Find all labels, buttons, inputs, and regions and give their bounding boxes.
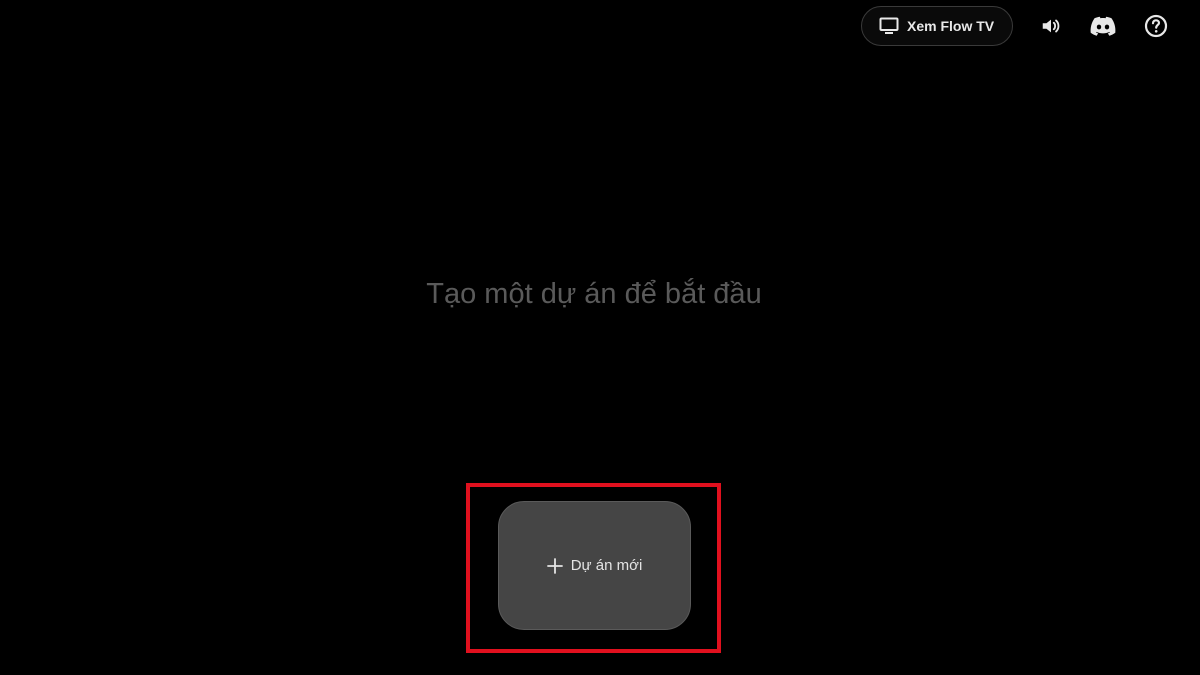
tv-icon: [878, 15, 900, 37]
plus-icon: [546, 557, 563, 574]
new-project-button[interactable]: Dự án mới: [498, 501, 691, 630]
watch-flow-tv-label: Xem Flow TV: [907, 18, 995, 34]
volume-icon[interactable]: [1038, 13, 1064, 39]
discord-icon[interactable]: [1090, 13, 1116, 39]
new-project-label: Dự án mới: [570, 557, 643, 574]
flow-home-page: Xem Flow TV Tạo một dự án để bắt đầu Dự …: [0, 0, 1200, 675]
help-icon[interactable]: [1143, 13, 1169, 39]
empty-state-prompt: Tạo một dự án để bắt đầu: [426, 278, 762, 310]
watch-flow-tv-button[interactable]: Xem Flow TV: [861, 6, 1013, 46]
